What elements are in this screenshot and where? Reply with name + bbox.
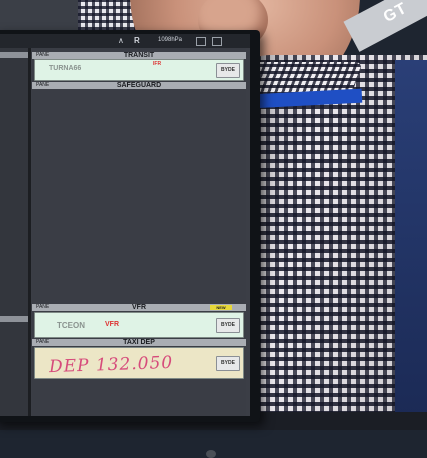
bay-title: TAXI DEP (123, 339, 155, 346)
bay-header-vfr[interactable]: PANE VFR NEW (32, 304, 246, 311)
strip-callsign: TURNA66 (49, 65, 82, 72)
touch-monitor: ∧ R 1098hPa PANE TRANSIT TURNA66 IFR BYD… (0, 30, 260, 458)
left-bay-header-lower (0, 316, 28, 322)
left-bay-header (0, 52, 28, 58)
bay-title: TRANSIT (123, 52, 155, 59)
right-strip-bay-column: PANE TRANSIT TURNA66 IFR BYDE PANE SAFEG… (32, 48, 246, 416)
background-dark-area (0, 0, 80, 30)
status-bar: ∧ R 1098hPa (0, 34, 250, 48)
strip-flight-rule: IFR (153, 61, 162, 67)
status-letter: R (134, 36, 140, 45)
window-icon[interactable] (212, 37, 222, 46)
strip-action-button[interactable]: BYDE (216, 63, 240, 78)
pressure-readout: 1098hPa (158, 37, 183, 43)
strip-action-button[interactable]: BYDE (216, 356, 240, 371)
flight-strip-transit[interactable]: TURNA66 IFR BYDE (34, 59, 244, 81)
bay-header-safeguard[interactable]: PANE SAFEGUARD (32, 82, 246, 89)
bay-header-taxi-dep[interactable]: PANE TAXI DEP (32, 339, 246, 346)
strip-flight-rule: VFR (105, 321, 119, 328)
handwritten-note: DEP 132.050 (48, 352, 174, 378)
flight-strip-vfr[interactable]: TCEON VFR BYDE (34, 312, 244, 338)
bay-header-transit[interactable]: PANE TRANSIT (32, 52, 246, 59)
monitor-power-icon[interactable] (206, 450, 216, 458)
left-strip-bay-column (0, 48, 31, 416)
strip-action-button[interactable]: BYDE (216, 318, 240, 333)
strip-callsign: TCEON (57, 321, 85, 330)
grid-icon[interactable] (196, 37, 206, 46)
corner-label-text: GT (380, 0, 411, 27)
blue-chair (395, 60, 427, 420)
bay-tag: NEW (210, 305, 232, 310)
wifi-icon: ∧ (118, 36, 124, 45)
strip-display: ∧ R 1098hPa PANE TRANSIT TURNA66 IFR BYD… (0, 34, 250, 416)
bay-title: SAFEGUARD (116, 82, 162, 89)
flight-strip-taxi-dep[interactable]: DEP 132.050 BYDE (34, 347, 244, 379)
